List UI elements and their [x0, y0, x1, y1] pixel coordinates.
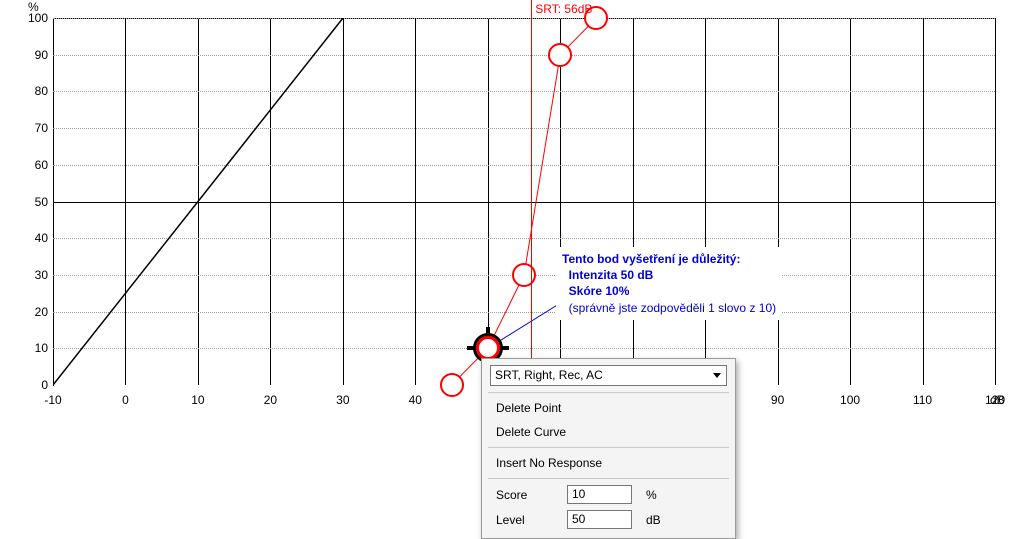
grid-vertical	[270, 18, 271, 385]
grid-vertical	[995, 18, 996, 385]
level-input[interactable]: 50	[567, 510, 632, 529]
x-tick-label: 100	[835, 393, 865, 407]
x-tick-label: 30	[328, 393, 358, 407]
x-tick-label: 40	[400, 393, 430, 407]
grid-vertical	[923, 18, 924, 385]
y-tick-label: 90	[0, 48, 48, 62]
y-tick-label: 60	[0, 158, 48, 172]
srt-marker-label: SRT: 56dB	[535, 2, 592, 16]
grid-vertical	[198, 18, 199, 385]
grid-horizontal	[53, 55, 995, 56]
grid-horizontal	[53, 312, 995, 313]
x-axis-zero-line	[54, 202, 996, 203]
menu-delete-point[interactable]: Delete Point	[486, 396, 731, 420]
point-context-menu: SRT, Right, Rec, AC Delete Point Delete …	[481, 358, 736, 539]
data-point-selected[interactable]	[476, 336, 500, 360]
score-input[interactable]: 10	[567, 485, 632, 504]
x-axis-title: dB	[990, 393, 1005, 407]
menu-separator	[488, 447, 729, 448]
grid-horizontal	[53, 91, 995, 92]
grid-horizontal	[53, 165, 995, 166]
menu-score-row: Score 10 %	[486, 482, 731, 507]
y-tick-label: 80	[0, 84, 48, 98]
score-label: Score	[496, 488, 561, 502]
annotation-score: Skóre 10%	[569, 284, 630, 298]
annotation-intensity: Intenzita 50 dB	[569, 268, 654, 282]
grid-vertical	[343, 18, 344, 385]
y-tick-label: 0	[0, 378, 48, 392]
y-tick-label: 100	[0, 11, 48, 25]
selected-point-annotation: Tento bod vyšetření je důležitý: Intenzi…	[556, 247, 782, 320]
x-tick-label: 110	[908, 393, 938, 407]
menu-separator	[488, 392, 729, 393]
x-tick-label: 20	[255, 393, 285, 407]
grid-vertical	[705, 18, 706, 385]
y-tick-label: 40	[0, 231, 48, 245]
data-point[interactable]	[548, 43, 572, 67]
speech-audiogram-chart: 0102030405060708090100-10010203040506070…	[0, 0, 1021, 510]
y-tick-label: 30	[0, 268, 48, 282]
y-tick-label: 20	[0, 305, 48, 319]
y-tick-label: 50	[0, 195, 48, 209]
curve-selector-combo[interactable]: SRT, Right, Rec, AC	[490, 365, 727, 386]
grid-vertical	[850, 18, 851, 385]
grid-horizontal	[53, 238, 995, 239]
data-point[interactable]	[512, 263, 536, 287]
data-point[interactable]	[440, 373, 464, 397]
level-label: Level	[496, 513, 561, 527]
x-tick-label: 90	[763, 393, 793, 407]
x-tick-label: 10	[183, 393, 213, 407]
grid-vertical	[778, 18, 779, 385]
grid-horizontal	[53, 348, 995, 349]
menu-level-row: Level 50 dB	[486, 507, 731, 532]
grid-horizontal	[53, 18, 995, 19]
y-tick-label: 10	[0, 341, 48, 355]
grid-vertical	[633, 18, 634, 385]
grid-horizontal	[53, 128, 995, 129]
menu-separator	[488, 478, 729, 479]
y-axis-title: %	[28, 0, 39, 14]
annotation-detail: (správně jste zodpověděli 1 slovo z 10)	[569, 301, 776, 315]
menu-insert-no-response[interactable]: Insert No Response	[486, 451, 731, 475]
annotation-heading: Tento bod vyšetření je důležitý:	[562, 252, 740, 266]
grid-vertical	[415, 18, 416, 385]
score-unit: %	[638, 488, 657, 502]
y-tick-label: 70	[0, 121, 48, 135]
menu-delete-curve[interactable]: Delete Curve	[486, 420, 731, 444]
x-tick-label: 0	[110, 393, 140, 407]
level-unit: dB	[638, 513, 661, 527]
grid-vertical	[560, 18, 561, 385]
plot-area	[53, 18, 996, 386]
curve-selector-value: SRT, Right, Rec, AC	[495, 368, 603, 382]
x-tick-label: -10	[38, 393, 68, 407]
grid-vertical	[125, 18, 126, 385]
